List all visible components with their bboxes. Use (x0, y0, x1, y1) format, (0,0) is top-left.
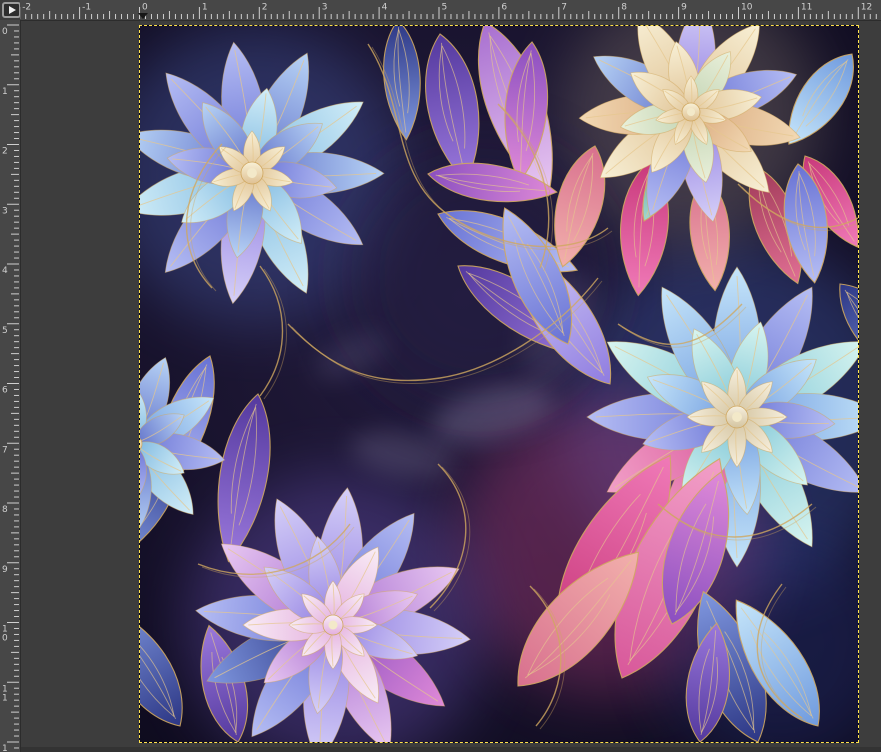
svg-text:6: 6 (501, 3, 507, 13)
svg-text:1: 1 (202, 3, 208, 13)
svg-text:12: 12 (861, 3, 872, 13)
svg-text:1: 1 (2, 693, 8, 703)
svg-text:8: 8 (621, 3, 627, 13)
window-bottom-edge (21, 747, 881, 752)
svg-text:4: 4 (2, 266, 8, 276)
svg-text:11: 11 (801, 3, 812, 13)
svg-text:0: 0 (142, 3, 148, 13)
svg-text:4: 4 (382, 3, 388, 13)
svg-text:10: 10 (741, 3, 753, 13)
svg-text:2: 2 (2, 147, 8, 157)
svg-text:8: 8 (2, 505, 8, 515)
svg-text:9: 9 (681, 3, 687, 13)
svg-text:1: 1 (2, 744, 8, 752)
horizontal-ruler[interactable]: -2-10123456789101112 (20, 0, 881, 21)
svg-text:0: 0 (2, 27, 8, 37)
svg-text:7: 7 (561, 3, 567, 13)
image-canvas[interactable] (139, 25, 859, 743)
svg-text:7: 7 (2, 445, 8, 455)
svg-text:6: 6 (2, 386, 8, 396)
svg-text:3: 3 (322, 3, 328, 13)
svg-text:1: 1 (2, 87, 8, 97)
svg-text:5: 5 (442, 3, 448, 13)
ruler-corner-button[interactable] (2, 2, 21, 18)
svg-text:-2: -2 (22, 3, 31, 13)
play-triangle-icon (9, 6, 16, 14)
svg-text:0: 0 (2, 634, 8, 644)
svg-text:2: 2 (262, 3, 268, 13)
svg-text:9: 9 (2, 565, 8, 575)
flower-artwork (140, 26, 858, 742)
svg-text:-1: -1 (82, 3, 91, 13)
svg-text:3: 3 (2, 206, 8, 216)
svg-text:5: 5 (2, 326, 8, 336)
vertical-ruler[interactable]: 0123456789101112 (0, 20, 21, 752)
ruler-position-marker (138, 13, 148, 19)
